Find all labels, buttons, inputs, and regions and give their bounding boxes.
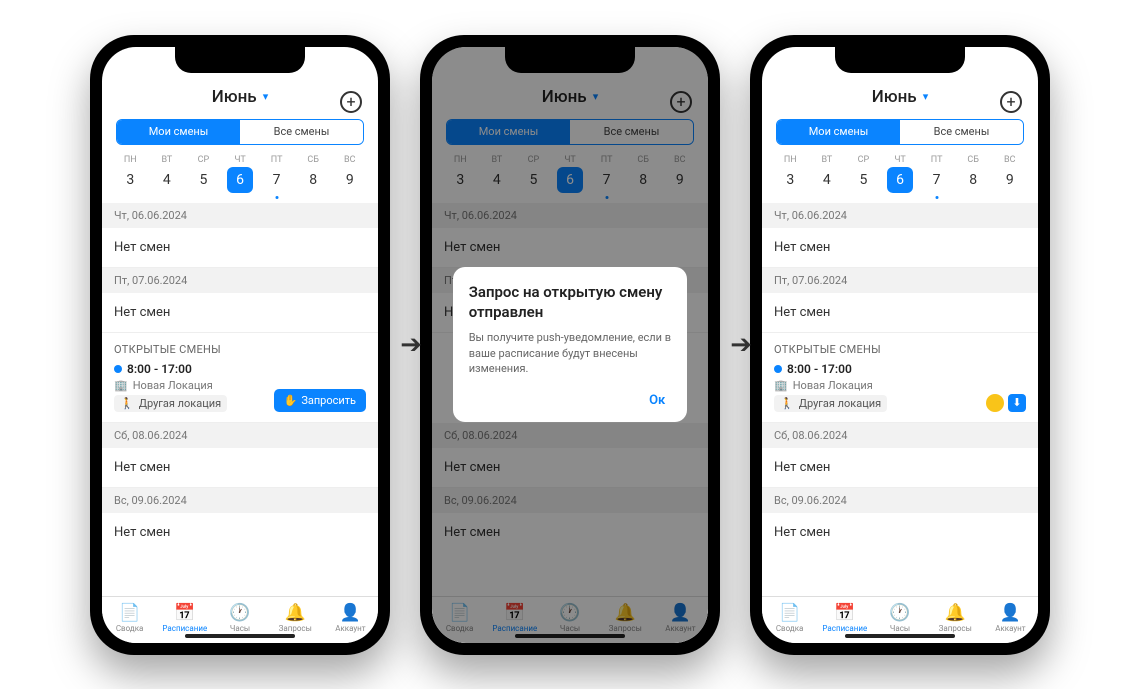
segment-my-shifts[interactable]: Мои смены — [117, 120, 240, 144]
shift-location-secondary: 🚶Другая локация — [114, 395, 227, 412]
no-shifts-row: Нет смен — [102, 513, 378, 552]
tab-requests[interactable]: 🔔Запросы — [928, 603, 983, 633]
date-header: Чт, 06.06.2024 — [102, 203, 378, 228]
phone-screen-2: Июнь ▾ + Мои смены Все смены ПН3 ВТ4 СР5… — [420, 35, 720, 655]
flow-arrow-icon: ➔ — [730, 330, 752, 360]
confirmation-modal: Запрос на открытую смену отправлен Вы по… — [453, 267, 688, 421]
phone-screen-3: Июнь ▾ + Мои смены Все смены ПН3 ВТ4 СР5… — [750, 35, 1050, 655]
day-mon[interactable]: ПН3 — [112, 155, 149, 193]
schedule-icon: 📅 — [157, 603, 212, 623]
day-tue[interactable]: ВТ4 — [149, 155, 186, 193]
add-button[interactable]: + — [340, 91, 362, 113]
phone-screen-1: Июнь ▾ + Мои смены Все смены ПН3 ВТ4 СР5… — [90, 35, 390, 655]
status-dot-icon — [114, 365, 122, 373]
flow-arrow-icon: ➔ — [400, 330, 422, 360]
month-label: Июнь — [212, 87, 257, 107]
tab-hours[interactable]: 🕐Часы — [212, 603, 267, 633]
clock-icon: 🕐 — [212, 603, 267, 623]
month-selector[interactable]: Июнь ▾ — [212, 87, 268, 107]
tab-account[interactable]: 👤Аккаунт — [323, 603, 378, 633]
modal-ok-button[interactable]: Ок — [469, 389, 672, 412]
segment-all-shifts[interactable]: Все смены — [240, 120, 363, 144]
open-shift-card[interactable]: 8:00 - 17:00 🏢Новая Локация 🚶Другая лока… — [762, 362, 1038, 423]
date-header: Вс, 09.06.2024 — [102, 488, 378, 513]
no-shifts-row: Нет смен — [102, 293, 378, 333]
walk-icon: 🚶 — [120, 397, 134, 410]
modal-title: Запрос на открытую смену отправлен — [469, 283, 672, 322]
schedule-list: Чт, 06.06.2024 Нет смен Пт, 07.06.2024 Н… — [102, 203, 378, 596]
bell-icon: 🔔 — [268, 603, 323, 623]
hand-icon: ✋ — [284, 394, 298, 407]
shift-status-badges: ⬇ — [986, 394, 1026, 412]
tab-summary[interactable]: 📄Сводка — [762, 603, 817, 633]
no-shifts-row: Нет смен — [102, 228, 378, 268]
day-thu[interactable]: ЧТ6 — [222, 155, 259, 193]
open-shift-card[interactable]: 8:00 - 17:00 🏢Новая Локация 🚶Другая лока… — [102, 362, 378, 423]
home-indicator[interactable] — [845, 634, 955, 638]
account-icon: 👤 — [323, 603, 378, 623]
status-dot-icon — [774, 365, 782, 373]
tab-schedule[interactable]: 📅Расписание — [157, 603, 212, 633]
no-shifts-row: Нет смен — [102, 448, 378, 488]
summary-icon: 📄 — [102, 603, 157, 623]
date-header: Пт, 07.06.2024 — [102, 268, 378, 293]
tab-summary[interactable]: 📄Сводка — [102, 603, 157, 633]
day-sun[interactable]: ВС9 — [331, 155, 368, 193]
shift-scope-segmented: Мои смены Все смены — [116, 119, 364, 145]
day-wed[interactable]: СР5 — [185, 155, 222, 193]
add-button[interactable]: + — [1000, 91, 1022, 113]
chevron-down-icon: ▾ — [263, 90, 269, 103]
walk-icon: 🚶 — [780, 397, 794, 410]
date-header: Сб, 08.06.2024 — [102, 423, 378, 448]
open-shifts-header: ОТКРЫТЫЕ СМЕНЫ — [102, 333, 378, 362]
segment-all-shifts[interactable]: Все смены — [900, 120, 1023, 144]
month-selector[interactable]: Июнь ▾ — [872, 87, 928, 107]
modal-backdrop[interactable]: Запрос на открытую смену отправлен Вы по… — [432, 47, 708, 643]
modal-body: Вы получите push-уведомление, если в ваш… — [469, 330, 672, 376]
day-fri[interactable]: ПТ7 — [258, 155, 295, 193]
tab-requests[interactable]: 🔔Запросы — [268, 603, 323, 633]
home-indicator[interactable] — [185, 634, 295, 638]
chevron-down-icon: ▾ — [923, 90, 929, 103]
tab-hours[interactable]: 🕐Часы — [872, 603, 927, 633]
building-icon: 🏢 — [774, 379, 788, 392]
tab-account[interactable]: 👤Аккаунт — [983, 603, 1038, 633]
day-sat[interactable]: СБ8 — [295, 155, 332, 193]
shift-time: 8:00 - 17:00 — [114, 362, 366, 376]
week-row: ПН3 ВТ4 СР5 ЧТ6 ПТ7 СБ8 ВС9 — [102, 153, 378, 203]
pending-badge-icon — [986, 394, 1004, 412]
building-icon: 🏢 — [114, 379, 128, 392]
segment-my-shifts[interactable]: Мои смены — [777, 120, 900, 144]
requested-badge-icon: ⬇ — [1008, 394, 1026, 412]
claim-shift-button[interactable]: ✋Запросить — [274, 389, 366, 412]
tab-schedule[interactable]: 📅Расписание — [817, 603, 872, 633]
